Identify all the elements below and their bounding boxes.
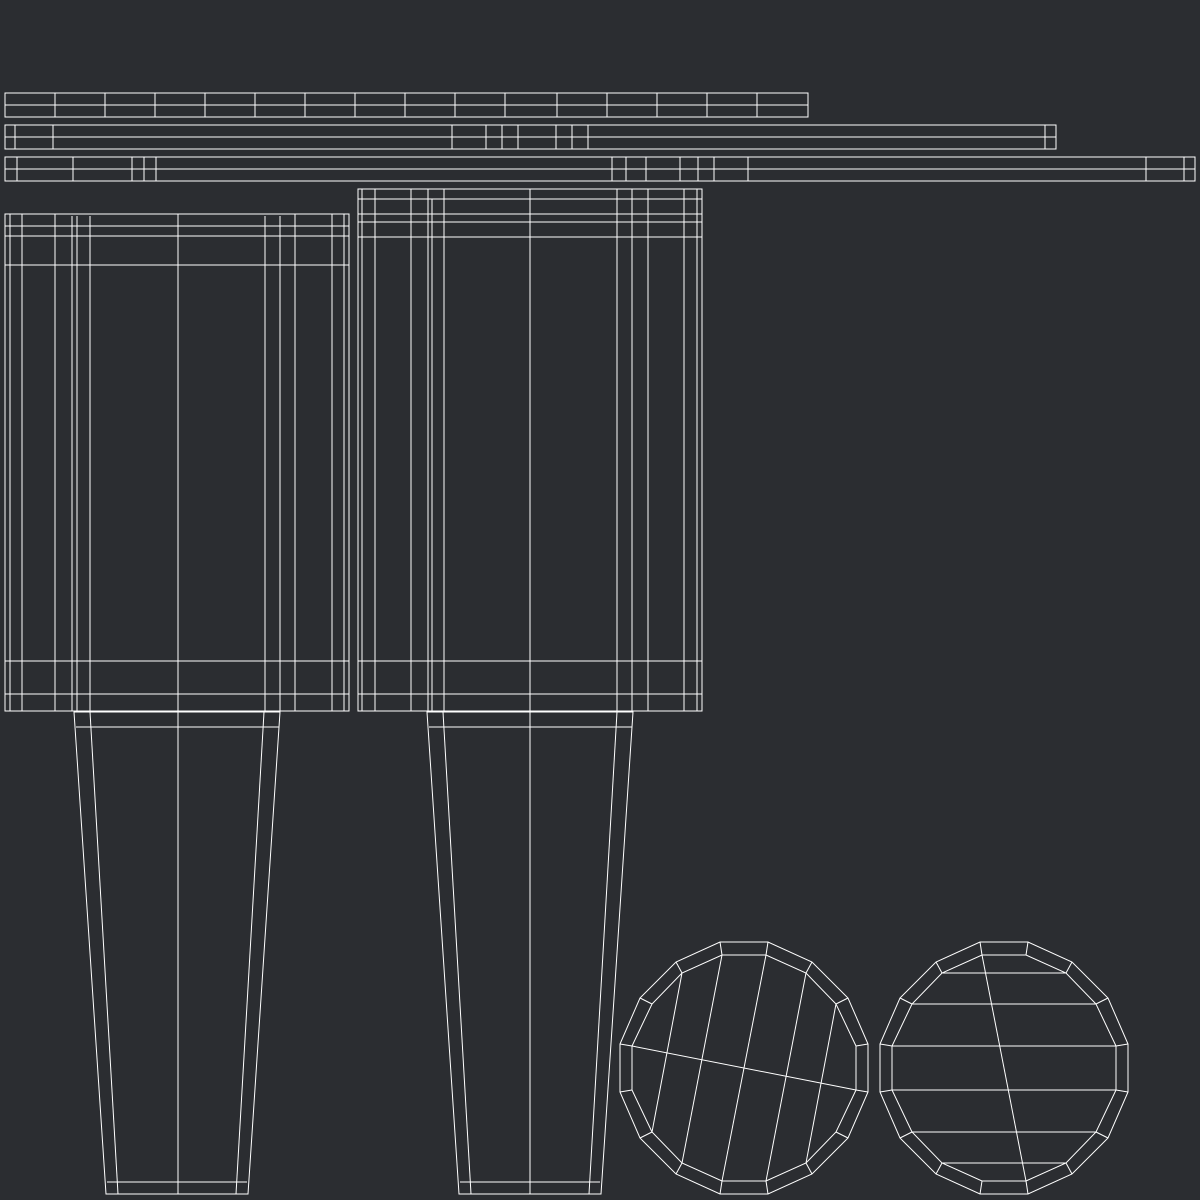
uv-island-panel-left (4, 213, 350, 712)
uv-island-tapered-right (426, 711, 634, 1195)
uv-island-tapered-left (73, 711, 281, 1195)
uv-island-disc-right (879, 941, 1129, 1195)
uv-layout-canvas (0, 0, 1200, 1200)
uv-island-panel-right (357, 188, 703, 712)
uv-island-strip-middle (4, 124, 1057, 150)
uv-island-strip-bottom (4, 156, 1196, 182)
uv-island-disc-left (619, 941, 869, 1195)
uv-wireframe (4, 92, 1196, 1195)
uv-island-strip-top (4, 92, 809, 118)
